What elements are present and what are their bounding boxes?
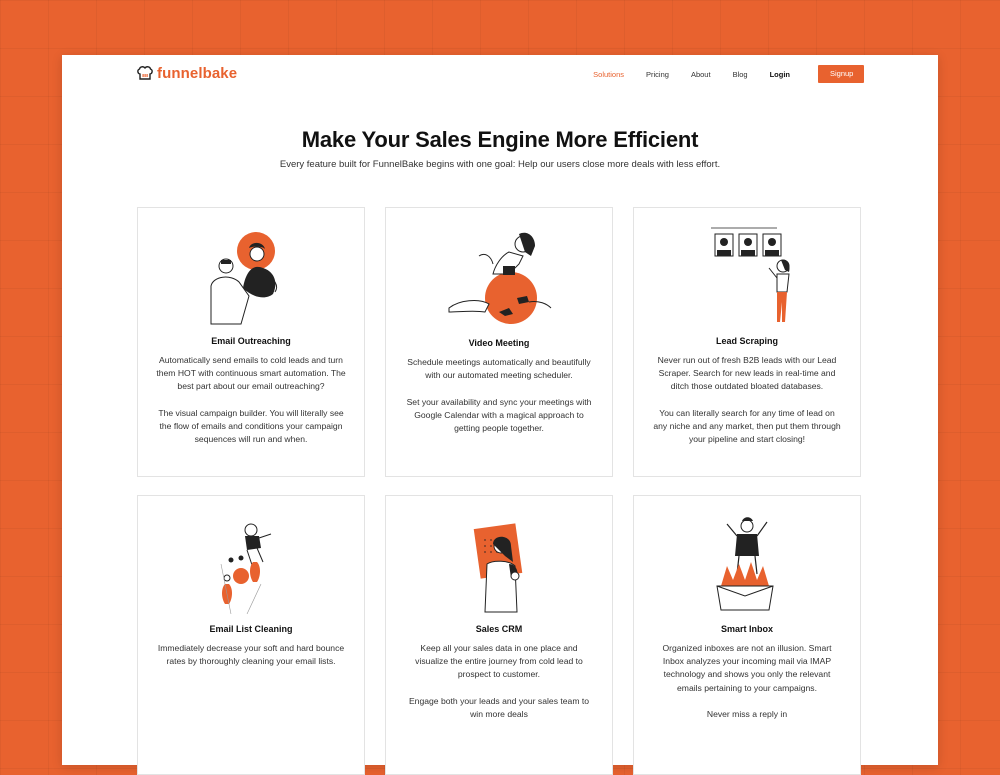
nav-pricing[interactable]: Pricing — [646, 70, 669, 79]
email-outreach-illustration — [138, 216, 364, 326]
card-description: Schedule meetings automatically and beau… — [406, 357, 592, 434]
video-meeting-illustration — [386, 216, 612, 326]
card-title: Sales CRM — [475, 624, 523, 634]
lead-scraping-illustration — [634, 216, 860, 326]
smart-inbox-illustration — [634, 504, 860, 614]
nav-solutions[interactable]: Solutions — [593, 70, 624, 79]
page-title: Make Your Sales Engine More Efficient — [301, 127, 699, 152]
card-title: Email Outreaching — [211, 336, 291, 346]
card-description: Keep all your sales data in one place an… — [408, 643, 590, 720]
card-description: Organized inboxes are not an illusion. S… — [662, 643, 832, 720]
card-title: Video Meeting — [468, 338, 530, 348]
feature-card-smart-inbox[interactable]: Smart Inbox Organized inboxes are not an… — [633, 495, 861, 775]
chef-hat-icon — [137, 66, 153, 80]
card-title: Email List Cleaning — [209, 624, 293, 634]
card-description: Automatically send emails to cold leads … — [156, 355, 346, 445]
feature-card-lead-scraping[interactable]: Lead Scraping Never run out of fresh B2B… — [633, 207, 861, 477]
feature-card-sales-crm[interactable]: Sales CRM Keep all your sales data in on… — [385, 495, 613, 775]
nav-blog[interactable]: Blog — [733, 70, 748, 79]
feature-card-email-outreaching[interactable]: Email Outreaching Automatically send ema… — [137, 207, 365, 477]
page-subtitle: Every feature built for FunnelBake begin… — [279, 159, 721, 170]
feature-card-video-meeting[interactable]: Video Meeting Schedule meetings automati… — [385, 207, 613, 477]
nav-about[interactable]: About — [691, 70, 711, 79]
main-nav: Solutions Pricing About Blog Login Signu… — [571, 65, 864, 83]
brand-logo[interactable]: funnelbake — [136, 65, 237, 82]
card-description: Immediately decrease your soft and hard … — [157, 643, 345, 667]
card-title: Smart Inbox — [720, 624, 773, 634]
feature-card-email-list-cleaning[interactable]: Email List Cleaning Immediately decrease… — [137, 495, 365, 775]
signup-button[interactable]: Signup — [818, 65, 864, 83]
brand-name: funnelbake — [157, 65, 238, 82]
card-title: Lead Scraping — [715, 336, 778, 346]
page-frame: funnelbake Solutions Pricing About Blog … — [62, 55, 938, 775]
card-description: Never run out of fresh B2B leads with ou… — [653, 355, 841, 445]
sales-crm-illustration — [386, 504, 612, 614]
login-link[interactable]: Login — [770, 70, 790, 79]
email-list-cleaning-illustration — [138, 504, 364, 614]
